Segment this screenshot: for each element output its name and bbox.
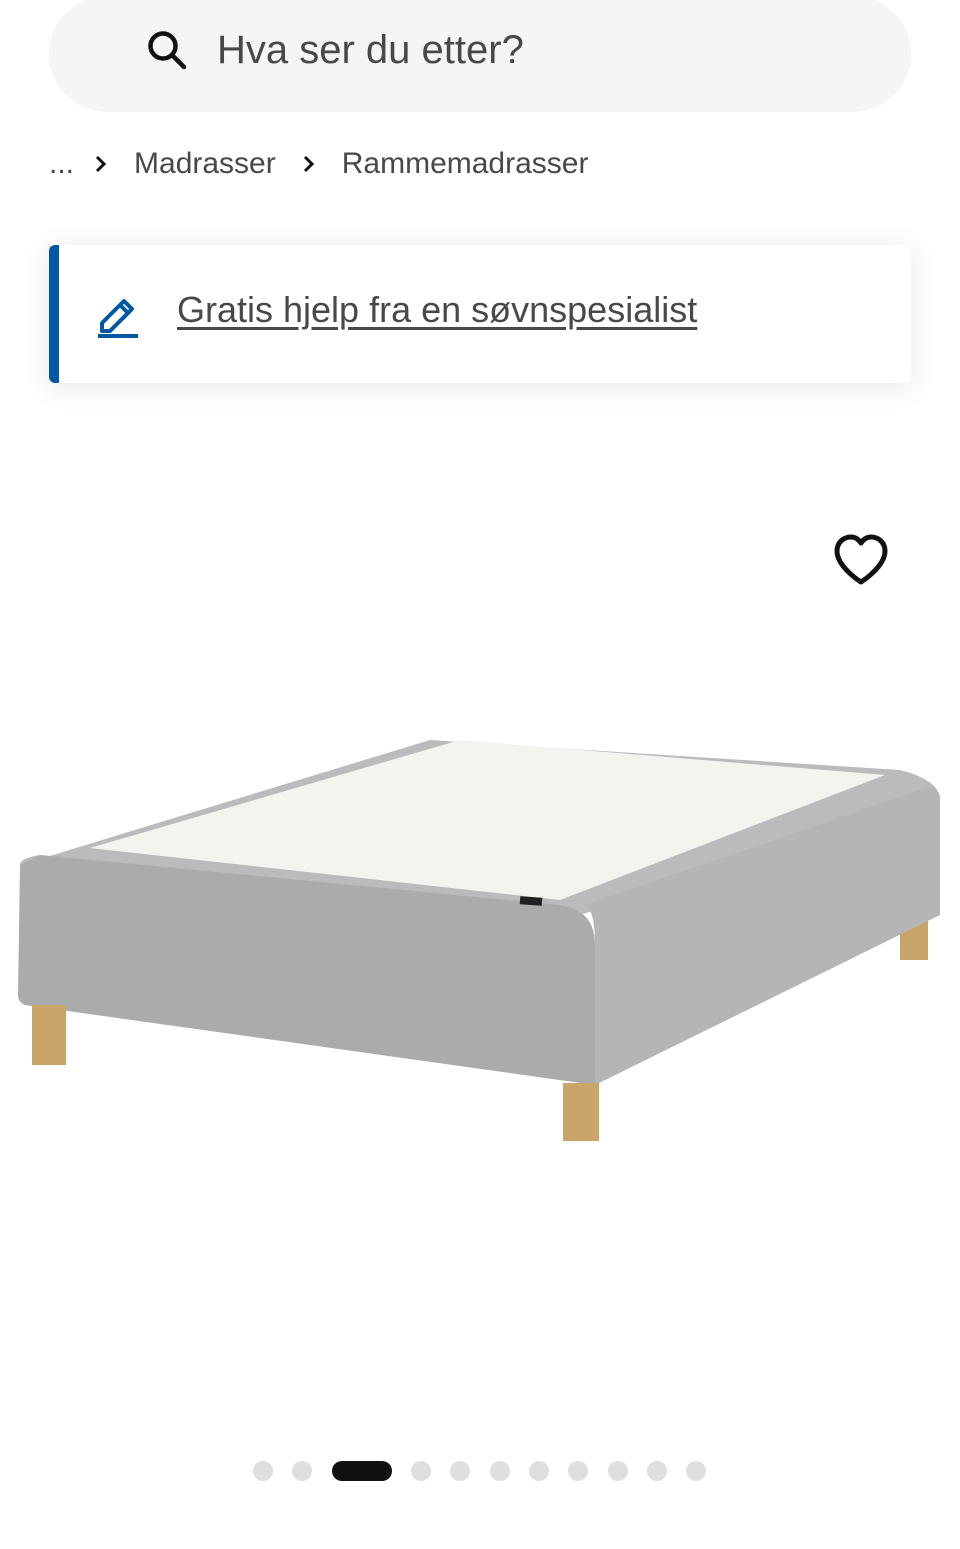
carousel-dot[interactable] bbox=[568, 1461, 588, 1481]
carousel-dot-active[interactable] bbox=[332, 1461, 392, 1481]
carousel-dot[interactable] bbox=[608, 1461, 628, 1481]
chevron-right-icon bbox=[303, 155, 314, 173]
banner-accent-bar bbox=[49, 245, 59, 383]
carousel-dot[interactable] bbox=[450, 1461, 470, 1481]
upholstered-bed-base-grey-icon[interactable] bbox=[0, 700, 960, 1180]
carousel-dot[interactable] bbox=[292, 1461, 312, 1481]
search-icon[interactable] bbox=[145, 28, 189, 72]
breadcrumb: ... Madrasser Rammemadrasser bbox=[49, 140, 614, 188]
edit-pencil-icon bbox=[98, 299, 138, 338]
carousel-dot[interactable] bbox=[647, 1461, 667, 1481]
carousel-indicator bbox=[0, 1460, 960, 1482]
breadcrumb-item-rammemadrasser[interactable]: Rammemadrasser bbox=[342, 147, 589, 181]
carousel-dot[interactable] bbox=[529, 1461, 549, 1481]
search-input[interactable] bbox=[217, 22, 877, 78]
carousel-dot[interactable] bbox=[253, 1461, 273, 1481]
carousel-dot[interactable] bbox=[686, 1461, 706, 1481]
sleep-specialist-banner: Gratis hjelp fra en søvnspesialist bbox=[49, 245, 911, 383]
heart-outline-icon[interactable] bbox=[832, 533, 890, 587]
carousel-dot[interactable] bbox=[411, 1461, 431, 1481]
product-page: ... Madrasser Rammemadrasser Gratis hjel… bbox=[0, 0, 960, 1549]
search-bar[interactable] bbox=[49, 0, 911, 112]
breadcrumb-ellipsis[interactable]: ... bbox=[49, 147, 74, 181]
sleep-specialist-link[interactable]: Gratis hjelp fra en søvnspesialist bbox=[177, 289, 697, 331]
chevron-right-icon bbox=[95, 155, 107, 173]
carousel-dot[interactable] bbox=[490, 1461, 510, 1481]
breadcrumb-item-madrasser[interactable]: Madrasser bbox=[134, 147, 276, 181]
